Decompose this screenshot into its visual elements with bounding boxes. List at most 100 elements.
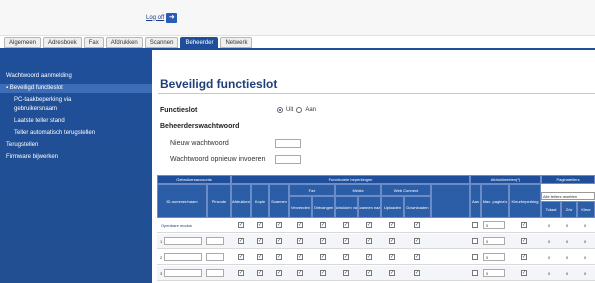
sidebar-item-laatste-tellerstand[interactable]: Laatste teller stand bbox=[0, 117, 152, 126]
tab-netwerk[interactable]: Netwerk bbox=[220, 37, 253, 48]
permission-checkbox[interactable]: ✓ bbox=[297, 238, 303, 244]
header-accounts: Gebruikersaccounts bbox=[157, 175, 231, 184]
permission-checkbox[interactable]: ✓ bbox=[257, 222, 263, 228]
counter-value: 0 bbox=[566, 223, 569, 228]
permission-checkbox[interactable]: ✓ bbox=[389, 222, 395, 228]
permission-checkbox[interactable]: ✓ bbox=[257, 254, 263, 260]
tab-algemeen[interactable]: Algemeen bbox=[4, 37, 42, 48]
sidebar-item-pc-taakbeperking[interactable]: PC-taakbeperking via bbox=[0, 96, 152, 105]
radio-aan-label: Aan bbox=[305, 107, 317, 113]
header-color: Kleur bbox=[577, 201, 595, 218]
permission-checkbox[interactable]: ✓ bbox=[320, 254, 326, 260]
new-password-field[interactable] bbox=[275, 139, 301, 148]
id-name-input[interactable] bbox=[164, 237, 202, 245]
permission-checkbox[interactable]: ✓ bbox=[238, 270, 244, 276]
permission-checkbox[interactable]: ✓ bbox=[366, 238, 372, 244]
permission-checkbox[interactable]: ✓ bbox=[320, 270, 326, 276]
permission-checkbox[interactable]: ✓ bbox=[238, 254, 244, 260]
tab-scannen[interactable]: Scannen bbox=[144, 37, 179, 48]
permission-checkbox[interactable]: ✓ bbox=[389, 270, 395, 276]
permission-checkbox[interactable]: ✓ bbox=[366, 270, 372, 276]
print-limit-checkbox[interactable]: ✓ bbox=[472, 222, 478, 228]
permission-checkbox[interactable]: ✓ bbox=[276, 254, 282, 260]
header-color-limit: Kleurbeperking bbox=[509, 184, 541, 218]
color-limit-checkbox[interactable]: ✓ bbox=[521, 222, 527, 228]
sidebar: Wachtwoord aanmelding ▪ Beveiligd functi… bbox=[0, 50, 152, 283]
counter-value: 0 bbox=[566, 239, 569, 244]
print-limit-checkbox[interactable]: ✓ bbox=[472, 270, 478, 276]
permission-checkbox[interactable]: ✓ bbox=[257, 238, 263, 244]
color-limit-checkbox[interactable]: ✓ bbox=[521, 254, 527, 260]
tab-beheerder[interactable]: Beheerder bbox=[180, 37, 219, 48]
table-row: 3 ✓ ✓ ✓ ✓ ✓ ✓ ✓ ✓ ✓ ✓ 0 ✓ 0 0 0 bbox=[157, 266, 595, 281]
table-row: Openbare modus ✓ ✓ ✓ ✓ ✓ ✓ ✓ ✓ ✓ ✓ 0 ✓ 0 0 0 bbox=[157, 218, 595, 233]
header-media-scan: Scannen naar bbox=[358, 196, 381, 218]
sidebar-item-beveiligd-functieslot[interactable]: ▪ Beveiligd functieslot bbox=[0, 84, 152, 93]
permission-checkbox[interactable]: ✓ bbox=[414, 254, 420, 260]
arrow-right-icon[interactable]: ➜ bbox=[166, 12, 178, 23]
tab-adresboek[interactable]: Adresboek bbox=[43, 37, 82, 48]
top-bar: Log off ➜ bbox=[0, 0, 595, 36]
max-pages-input[interactable]: 0 bbox=[483, 269, 505, 277]
permission-checkbox[interactable]: ✓ bbox=[238, 222, 244, 228]
tab-fax[interactable]: Fax bbox=[83, 37, 104, 48]
permission-checkbox[interactable]: ✓ bbox=[297, 222, 303, 228]
pincode-input[interactable] bbox=[206, 237, 224, 245]
permission-checkbox[interactable]: ✓ bbox=[276, 270, 282, 276]
sidebar-item-wachtwoord-aanmelding[interactable]: Wachtwoord aanmelding bbox=[0, 72, 152, 81]
pincode-input[interactable] bbox=[206, 269, 224, 277]
permission-checkbox[interactable]: ✓ bbox=[297, 270, 303, 276]
permission-checkbox[interactable]: ✓ bbox=[343, 254, 349, 260]
header-total: Totaal bbox=[541, 201, 561, 218]
permission-checkbox[interactable]: ✓ bbox=[257, 270, 263, 276]
sidebar-item-firmware[interactable]: Firmware bijwerken bbox=[0, 153, 152, 162]
permission-checkbox[interactable]: ✓ bbox=[389, 254, 395, 260]
radio-uit[interactable] bbox=[277, 107, 283, 113]
color-limit-checkbox[interactable]: ✓ bbox=[521, 238, 527, 244]
header-max-pages: Max. pagina's bbox=[481, 184, 509, 218]
permission-checkbox[interactable]: ✓ bbox=[343, 270, 349, 276]
pincode-input[interactable] bbox=[206, 253, 224, 261]
print-limit-checkbox[interactable]: ✓ bbox=[472, 238, 478, 244]
permission-checkbox[interactable]: ✓ bbox=[343, 222, 349, 228]
permission-checkbox[interactable]: ✓ bbox=[389, 238, 395, 244]
confirm-password-label: Wachtwoord opnieuw invoeren bbox=[170, 156, 266, 163]
permission-checkbox[interactable]: ✓ bbox=[297, 254, 303, 260]
logout-label[interactable]: Log off bbox=[146, 15, 164, 21]
permission-checkbox[interactable]: ✓ bbox=[276, 222, 282, 228]
permission-checkbox[interactable]: ✓ bbox=[414, 222, 420, 228]
print-limit-checkbox[interactable]: ✓ bbox=[472, 254, 478, 260]
logout-link[interactable]: Log off ➜ bbox=[146, 12, 178, 23]
header-fax-send: Verzenden bbox=[289, 196, 312, 218]
permission-checkbox[interactable]: ✓ bbox=[343, 238, 349, 244]
sidebar-item-teller-terugstellen[interactable]: Teller automatisch terugstellen bbox=[0, 129, 152, 138]
id-name-input[interactable] bbox=[164, 269, 202, 277]
sidebar-item-pc-taakbeperking-2[interactable]: gebruikersnaam bbox=[0, 105, 152, 114]
permission-checkbox[interactable]: ✓ bbox=[414, 238, 420, 244]
id-name-input[interactable] bbox=[164, 253, 202, 261]
tab-afdrukken[interactable]: Afdrukken bbox=[105, 37, 143, 48]
permission-checkbox[interactable]: ✓ bbox=[238, 238, 244, 244]
header-pincode: Pincode bbox=[207, 184, 231, 218]
max-pages-input[interactable]: 0 bbox=[483, 237, 505, 245]
permission-checkbox[interactable]: ✓ bbox=[320, 238, 326, 244]
max-pages-input[interactable]: 0 bbox=[483, 221, 505, 229]
header-spacer bbox=[431, 184, 470, 218]
permission-checkbox[interactable]: ✓ bbox=[366, 222, 372, 228]
reset-counters-select[interactable]: Alle tellers resetten bbox=[541, 192, 595, 200]
permission-checkbox[interactable]: ✓ bbox=[276, 238, 282, 244]
header-media: Media bbox=[335, 184, 381, 196]
confirm-password-field[interactable] bbox=[275, 155, 301, 164]
permission-checkbox[interactable]: ✓ bbox=[320, 222, 326, 228]
header-fax-receive: Ontvangen bbox=[312, 196, 335, 218]
sidebar-item-terugstellen[interactable]: Terugstellen bbox=[0, 141, 152, 150]
permission-checkbox[interactable]: ✓ bbox=[414, 270, 420, 276]
max-pages-input[interactable]: 0 bbox=[483, 253, 505, 261]
functieslot-label: Functieslot bbox=[160, 107, 198, 114]
counter-value: 0 bbox=[548, 271, 551, 276]
radio-aan[interactable] bbox=[296, 107, 303, 113]
admin-password-heading: Beheerderswachtwoord bbox=[160, 123, 240, 130]
header-webconnect: Web Connect bbox=[381, 184, 431, 196]
color-limit-checkbox[interactable]: ✓ bbox=[521, 270, 527, 276]
permission-checkbox[interactable]: ✓ bbox=[366, 254, 372, 260]
